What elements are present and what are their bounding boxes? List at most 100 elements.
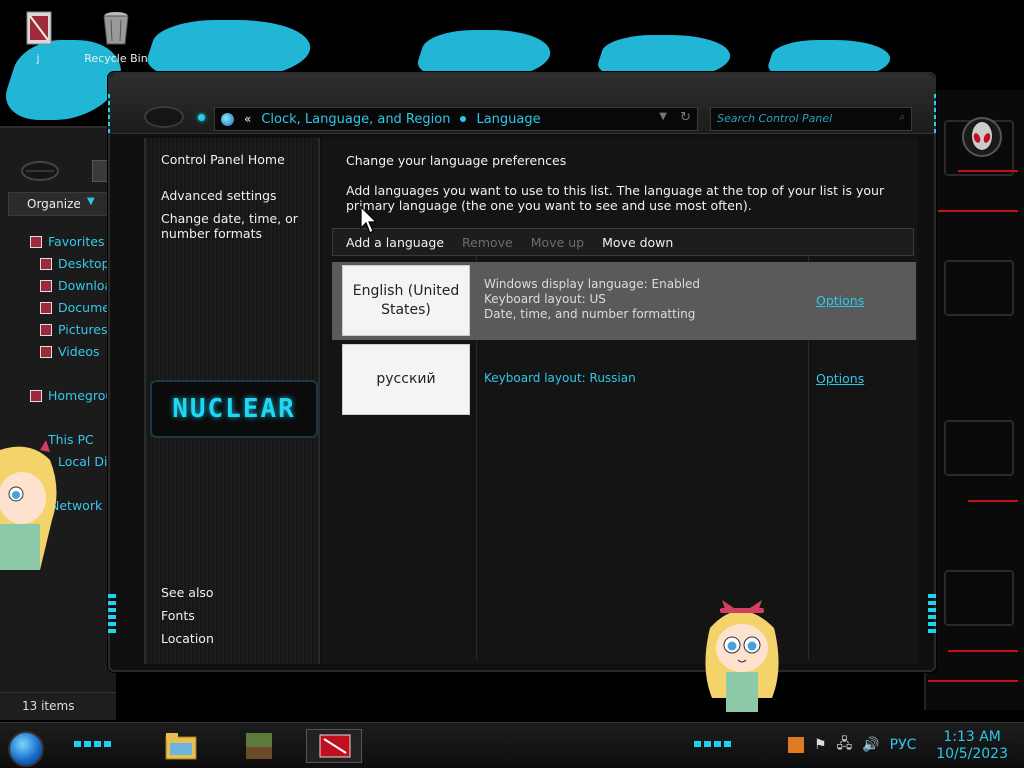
- wallpaper-hud-panel: [924, 90, 1024, 710]
- frame-accent: [108, 594, 116, 634]
- language-details: Windows display language: Enabled Keyboa…: [484, 277, 700, 322]
- item-count: 13 items: [22, 699, 75, 713]
- nav-item-pictures[interactable]: Pictures: [40, 322, 108, 337]
- banner-text: NUCLEAR: [172, 394, 296, 424]
- remove-button[interactable]: Remove: [462, 235, 513, 250]
- refresh-icon[interactable]: ↻: [680, 110, 691, 125]
- control-panel-icon: [221, 112, 234, 126]
- minecraft-taskbar-icon[interactable]: [242, 731, 276, 761]
- homegroup-icon: [30, 389, 42, 402]
- russian-options-link[interactable]: Options: [816, 371, 864, 386]
- nav-item-videos[interactable]: Videos: [40, 344, 100, 359]
- network-icon[interactable]: 🖧: [837, 733, 853, 757]
- language-row-russian[interactable]: русский Keyboard layout: Russian Options: [332, 341, 916, 419]
- search-icon[interactable]: ⌕: [899, 112, 905, 123]
- taskbar-accent: [694, 741, 734, 747]
- control-panel-window: « Clock, Language, and Region Language ▼…: [108, 72, 936, 672]
- desktop-icon-recycle-bin[interactable]: Recycle Bin: [84, 8, 148, 65]
- nav-item-label: Videos: [58, 344, 100, 359]
- notification-app-icon[interactable]: [788, 737, 804, 753]
- taskbar-clock[interactable]: 1:13 AM 10/5/2023: [936, 729, 1008, 763]
- move-up-button[interactable]: Move up: [531, 235, 584, 250]
- file-explorer-window: Organize ▼ Favorites Desktop Downloa Doc…: [0, 126, 121, 720]
- hud-line: [948, 650, 1018, 652]
- flag-icon[interactable]: ⚑: [814, 737, 827, 753]
- keyboard-layout: Keyboard layout: US: [484, 292, 606, 306]
- start-button[interactable]: [8, 731, 44, 767]
- main-content: Change your language preferences Add lan…: [322, 138, 918, 664]
- nav-item-label: Local Dis: [58, 454, 114, 469]
- address-bar[interactable]: « Clock, Language, and Region Language ▼…: [214, 107, 698, 131]
- desktop-icon: [40, 257, 52, 270]
- document-icon: [40, 301, 52, 314]
- language-name-tile: русский: [342, 344, 470, 415]
- breadcrumb-clock-language-region[interactable]: Clock, Language, and Region: [261, 112, 450, 127]
- recycle-bin-icon: [103, 12, 129, 45]
- nav-item-label: Desktop: [58, 256, 110, 271]
- window-logo-icon: [144, 106, 184, 128]
- chevron-down-icon: ▼: [87, 196, 95, 207]
- hud-box: [944, 420, 1014, 476]
- language-name-tile: English (United States): [342, 265, 470, 336]
- file-explorer-taskbar-icon[interactable]: [164, 731, 198, 761]
- language-row-english[interactable]: English (United States) Windows display …: [332, 262, 916, 340]
- input-language-indicator[interactable]: РУС: [890, 737, 917, 753]
- add-language-button[interactable]: Add a language: [346, 235, 444, 250]
- desktop-icon-j[interactable]: j: [6, 8, 70, 65]
- taskbar: ⚑ 🖧 🔊 РУС 1:13 AM 10/5/2023: [0, 722, 1024, 768]
- nav-item-downloads[interactable]: Downloa: [40, 278, 112, 293]
- wallpaper-blue-shape: [140, 20, 320, 80]
- organize-button[interactable]: Organize ▼: [8, 192, 114, 216]
- search-input[interactable]: Search Control Panel ⌕: [710, 107, 912, 131]
- star-butterfly-character-image: [705, 600, 779, 712]
- control-panel-taskbar-icon[interactable]: [318, 731, 352, 761]
- hud-line: [968, 500, 1018, 502]
- page-description: Add languages you want to use to this li…: [346, 183, 885, 213]
- star-butterfly-character-image: [0, 440, 57, 570]
- nav-item-favorites[interactable]: Favorites: [30, 234, 104, 249]
- hud-line: [958, 170, 1018, 172]
- nav-item-local-disk[interactable]: Local Dis: [58, 454, 114, 469]
- desktop-icon-label: Recycle Bin: [84, 52, 148, 65]
- star-icon: [30, 235, 42, 248]
- video-icon: [40, 345, 52, 358]
- hud-box: [944, 570, 1014, 626]
- volume-icon[interactable]: 🔊: [862, 737, 879, 753]
- nav-item-documents[interactable]: Documen: [40, 300, 118, 315]
- move-down-button[interactable]: Move down: [602, 235, 673, 250]
- window-logo-icon: [21, 161, 59, 181]
- nav-item-label: Pictures: [58, 322, 108, 337]
- hud-line: [938, 210, 1018, 212]
- keyboard-layout-link[interactable]: Keyboard layout: Russian: [484, 371, 636, 386]
- nav-item-label: Downloa: [58, 278, 113, 293]
- display-language-status: Windows display language: Enabled: [484, 277, 701, 291]
- chevron-down-icon[interactable]: ▼: [659, 111, 667, 122]
- see-also-heading: See also: [161, 585, 214, 600]
- search-placeholder: Search Control Panel: [717, 112, 833, 125]
- language-toolbar: Add a language Remove Move up Move down: [332, 228, 914, 256]
- page-title: Change your language preferences: [346, 153, 567, 168]
- location-link[interactable]: Location: [161, 631, 323, 646]
- nav-item-label: Favorites: [48, 234, 105, 249]
- nuclear-banner: NUCLEAR: [150, 380, 318, 438]
- english-options-link[interactable]: Options: [816, 293, 864, 308]
- change-date-time-link[interactable]: Change date, time, or number formats: [161, 211, 323, 241]
- hud-box: [944, 260, 1014, 316]
- control-panel-home-link[interactable]: Control Panel Home: [161, 152, 323, 167]
- nav-item-desktop[interactable]: Desktop: [40, 256, 110, 271]
- system-tray: ⚑ 🖧 🔊 РУС: [788, 733, 916, 757]
- window-titlebar: « Clock, Language, and Region Language ▼…: [110, 74, 934, 134]
- breadcrumb-language[interactable]: Language: [476, 112, 540, 127]
- fonts-link[interactable]: Fonts: [161, 608, 323, 623]
- clock-time: 1:13 AM: [943, 729, 1001, 745]
- status-dot-icon: [198, 114, 205, 121]
- back-chevron[interactable]: «: [244, 112, 251, 126]
- alienware-logo-icon: [962, 117, 1002, 157]
- hud-line: [928, 680, 1018, 682]
- status-bar: 13 items: [0, 692, 116, 720]
- download-icon: [40, 279, 52, 292]
- left-pane: Control Panel Home Advanced settings Cha…: [144, 138, 320, 664]
- advanced-settings-link[interactable]: Advanced settings: [161, 188, 323, 203]
- mouse-cursor-icon: [360, 206, 378, 234]
- organize-label: Organize: [27, 197, 81, 211]
